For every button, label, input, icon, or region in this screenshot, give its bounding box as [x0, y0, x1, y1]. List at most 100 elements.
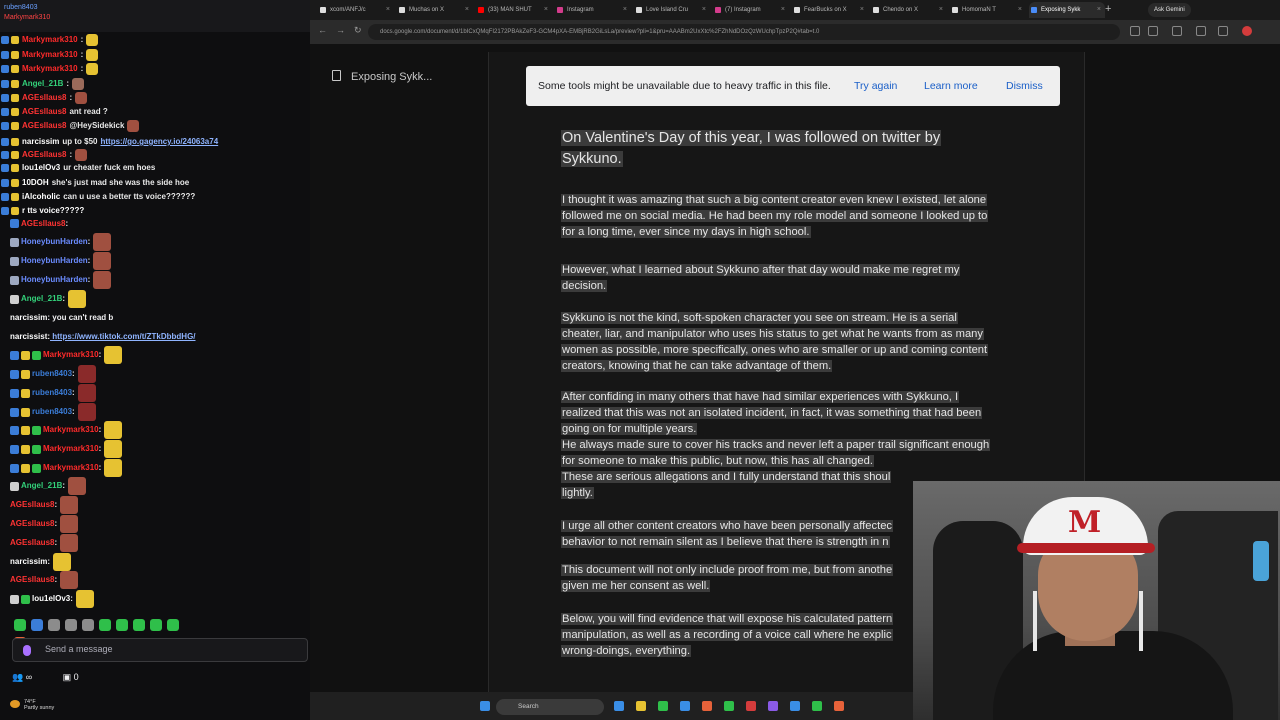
zoom-icon[interactable]: [1130, 26, 1140, 36]
chat-input[interactable]: Send a message: [12, 638, 308, 662]
new-tab-button[interactable]: +: [1105, 3, 1111, 15]
chat-username[interactable]: AGEsllaus8: [10, 519, 54, 528]
chat-username[interactable]: Angel_21B: [22, 79, 63, 88]
chat-username[interactable]: narcissim: [10, 557, 47, 566]
browser-tab[interactable]: Instagram ×: [555, 2, 631, 18]
close-tab-icon[interactable]: ×: [465, 2, 469, 18]
chat-username[interactable]: AGEsllaus8: [22, 93, 66, 102]
chat-username[interactable]: AGEsllaus8: [22, 121, 66, 130]
taskbar-app-icon[interactable]: [768, 701, 778, 711]
chat-username[interactable]: 10DOH: [22, 178, 49, 187]
browser-tab[interactable]: (33) MAN SHUT ×: [476, 2, 552, 18]
emote-icon[interactable]: [65, 618, 77, 631]
back-icon[interactable]: ←: [318, 25, 327, 35]
taskbar-app-icon[interactable]: [724, 701, 734, 711]
try-again-button[interactable]: Try again: [854, 80, 897, 92]
chat-username[interactable]: lou1elOv3: [22, 163, 60, 172]
taskbar-app-icon[interactable]: [746, 701, 756, 711]
weather-widget[interactable]: 74°F Partly sunny: [0, 692, 310, 720]
address-bar[interactable]: docs.google.com/document/d/1bICxQMqFI217…: [368, 24, 1120, 40]
browser-tab[interactable]: HomomaN T ×: [950, 2, 1026, 18]
chat-username[interactable]: AGEsllaus8: [22, 150, 66, 159]
browser-tab[interactable]: Muchas on X ×: [397, 2, 473, 18]
taskbar-app-icon[interactable]: [790, 701, 800, 711]
start-button[interactable]: [480, 701, 490, 711]
chat-username[interactable]: AGEsllaus8: [21, 219, 65, 228]
chat-username[interactable]: ruben8403: [32, 407, 72, 416]
chat-username[interactable]: Markymark310: [43, 444, 99, 453]
dismiss-button[interactable]: Dismiss: [1006, 80, 1043, 92]
chat-username[interactable]: HoneybunHarden: [21, 256, 88, 265]
chat-username[interactable]: Markymark310: [43, 425, 99, 434]
close-tab-icon[interactable]: ×: [781, 2, 785, 18]
chat-username[interactable]: Markymark310: [43, 463, 99, 472]
learn-more-link[interactable]: Learn more: [924, 80, 978, 92]
chat-username[interactable]: Markymark310: [22, 64, 78, 73]
channel-points[interactable]: ▣ 0: [63, 672, 93, 682]
emote-icon[interactable]: [99, 618, 111, 631]
chat-username[interactable]: lou1elOv3: [32, 594, 70, 603]
emote-icon[interactable]: [48, 618, 60, 631]
chat-username[interactable]: r tts voice?????: [22, 206, 84, 215]
taskbar-app-icon[interactable]: [812, 701, 822, 711]
browser-tab[interactable]: (7) Instagram ×: [713, 2, 789, 18]
chat-username[interactable]: Angel_21B: [21, 294, 62, 303]
chat-username[interactable]: AGEsllaus8: [22, 107, 66, 116]
close-tab-icon[interactable]: ×: [860, 2, 864, 18]
chat-username[interactable]: HoneybunHarden: [21, 275, 88, 284]
emote-icon[interactable]: [133, 618, 145, 631]
profile-avatar[interactable]: [1242, 26, 1252, 36]
taskbar-app-icon[interactable]: [636, 701, 646, 711]
close-tab-icon[interactable]: ×: [386, 2, 390, 18]
forward-icon[interactable]: →: [336, 25, 345, 35]
emote-icon[interactable]: [31, 618, 43, 631]
taskbar-search[interactable]: Search: [496, 699, 604, 715]
chat-link[interactable]: https://go.gagency.io/24063a74: [100, 137, 218, 146]
taskbar-app-icon[interactable]: [614, 701, 624, 711]
chat-link[interactable]: https://www.tiktok.com/t/ZTkDbbdHG/: [50, 332, 195, 341]
chat-username[interactable]: Angel_21B: [21, 481, 62, 490]
chat-username[interactable]: narcissist:: [10, 332, 50, 341]
chat-username[interactable]: AGEsllaus8: [10, 500, 54, 509]
ask-gemini-button[interactable]: Ask Gemini: [1148, 3, 1191, 17]
browser-tab[interactable]: Exposing Sykk ×: [1029, 2, 1105, 18]
chat-username[interactable]: ruben8403: [32, 369, 72, 378]
close-tab-icon[interactable]: ×: [939, 2, 943, 18]
browser-tab[interactable]: Love Island Cru ×: [634, 2, 710, 18]
close-tab-icon[interactable]: ×: [1018, 2, 1022, 18]
emote-icon[interactable]: [82, 618, 94, 631]
emote-icon[interactable]: [116, 618, 128, 631]
document-outline-title[interactable]: Exposing Sykk...: [332, 70, 432, 83]
taskbar-app-icon[interactable]: [658, 701, 668, 711]
chat-username[interactable]: Markymark310: [43, 350, 99, 359]
browser-tab[interactable]: Chendo on X ×: [871, 2, 947, 18]
chat-username[interactable]: narcissim: [22, 137, 59, 146]
reload-icon[interactable]: ↻: [354, 25, 362, 36]
sidepanel-icon[interactable]: [1218, 26, 1228, 36]
close-tab-icon[interactable]: ×: [544, 2, 548, 18]
emote-icon[interactable]: [167, 618, 179, 631]
chat-username[interactable]: AGEsllaus8: [10, 575, 54, 584]
taskbar-app-icon[interactable]: [680, 701, 690, 711]
browser-tab[interactable]: FearBucks on X ×: [792, 2, 868, 18]
chat-username[interactable]: narcissim: [10, 313, 47, 322]
chat-username[interactable]: Markymark310: [22, 50, 78, 59]
taskbar-app-icon[interactable]: [834, 701, 844, 711]
browser-tab[interactable]: xcom/ANFJ/c ×: [318, 2, 394, 18]
emote-icon[interactable]: [14, 618, 26, 631]
chat-username[interactable]: ruben8403: [32, 388, 72, 397]
close-tab-icon[interactable]: ×: [702, 2, 706, 18]
chat-username[interactable]: HoneybunHarden: [21, 237, 88, 246]
chat-username[interactable]: AGEsllaus8: [10, 538, 54, 547]
mic-icon[interactable]: [23, 645, 31, 656]
chat-username[interactable]: iAlcoholic: [22, 192, 60, 201]
emote-icon[interactable]: [150, 618, 162, 631]
close-tab-icon[interactable]: ×: [1097, 2, 1101, 18]
taskbar-app-icon[interactable]: [702, 701, 712, 711]
emote-bar[interactable]: [14, 616, 194, 649]
chat-username[interactable]: Markymark310: [22, 35, 78, 44]
close-tab-icon[interactable]: ×: [623, 2, 627, 18]
downloads-icon[interactable]: [1196, 26, 1206, 36]
bookmark-icon[interactable]: [1148, 26, 1158, 36]
extensions-icon[interactable]: [1172, 26, 1182, 36]
